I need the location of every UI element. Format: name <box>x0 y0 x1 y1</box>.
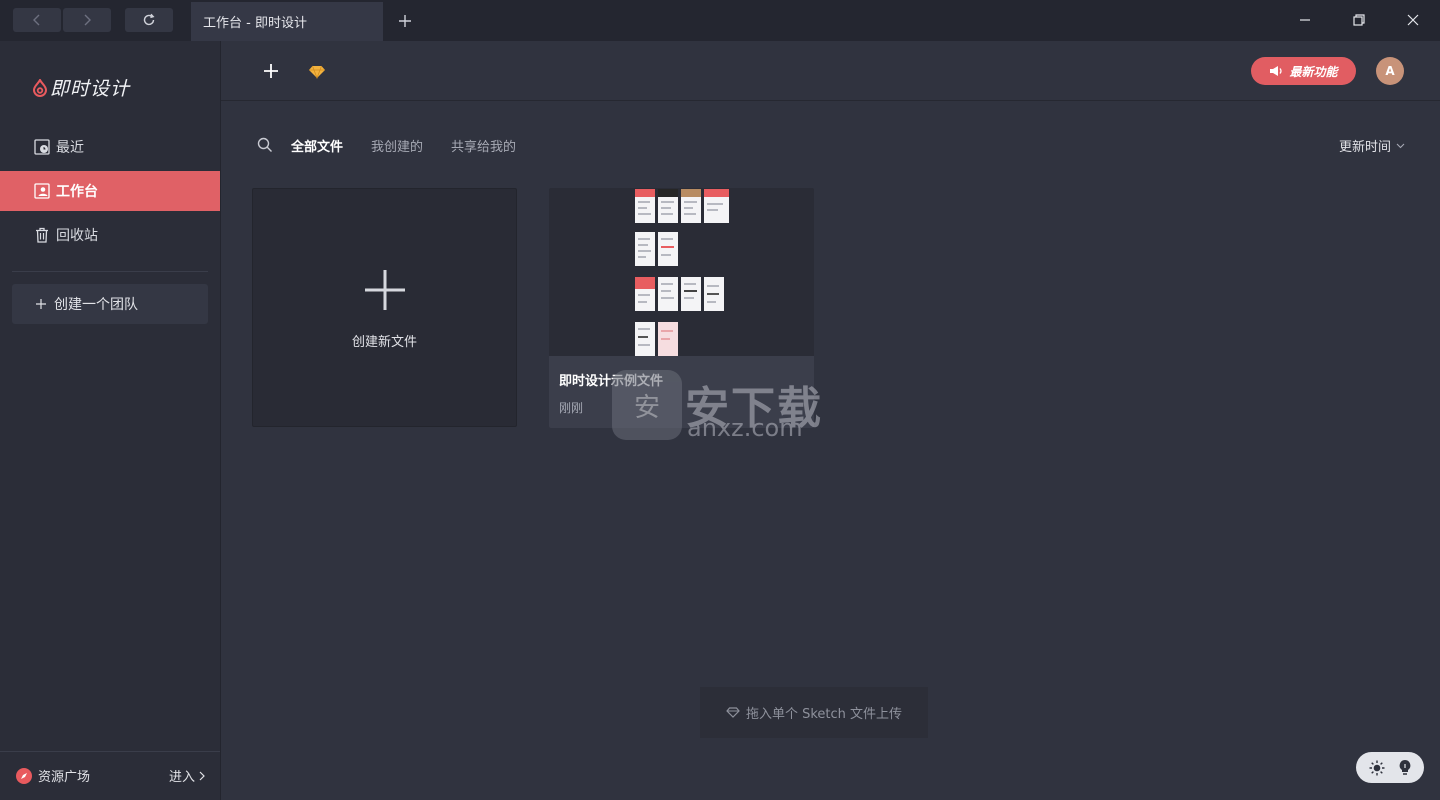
plus-icon <box>365 270 405 310</box>
flame-logo-icon <box>32 78 48 97</box>
app-name: 即时设计 <box>50 78 131 100</box>
sketch-import-button[interactable] <box>308 64 326 80</box>
sidebar-item-trash[interactable]: 回收站 <box>0 215 220 255</box>
file-updated-time: 刚刚 <box>559 401 584 415</box>
sort-label: 更新时间 <box>1339 140 1392 155</box>
minimize-button[interactable] <box>1294 9 1316 31</box>
sidebar-item-label: 最近 <box>56 140 84 156</box>
diamond-icon <box>309 65 325 80</box>
create-team-button[interactable]: 创建一个团队 <box>12 284 208 324</box>
upload-hint-label: 拖入单个 Sketch 文件上传 <box>745 707 903 722</box>
clock-icon <box>34 139 50 155</box>
enter-link[interactable]: 进入 <box>169 766 205 785</box>
artboard-thumb <box>704 277 724 311</box>
sidebar: 即时设计 最近 工作台 回收站 创建一个团队 资源广场 进入 <box>0 41 221 800</box>
title-bar: 工作台 - 即时设计 <box>0 0 1440 41</box>
resource-plaza-link[interactable]: 资源广场 <box>16 766 90 785</box>
filter-all-files[interactable]: 全部文件 <box>291 136 343 155</box>
sidebar-item-recent[interactable]: 最近 <box>0 127 220 167</box>
refresh-button[interactable] <box>125 8 173 32</box>
sidebar-item-label: 回收站 <box>56 228 98 244</box>
close-button[interactable] <box>1402 9 1424 31</box>
artboard-thumb <box>635 189 655 223</box>
minimize-icon <box>1300 19 1310 21</box>
new-tab-button[interactable] <box>397 13 413 29</box>
restore-button[interactable] <box>1348 9 1370 31</box>
file-thumbnail <box>549 188 814 356</box>
sidebar-item-label: 工作台 <box>56 184 98 200</box>
plus-icon <box>36 299 46 309</box>
sketch-upload-dropzone[interactable]: 拖入单个 Sketch 文件上传 <box>700 687 928 738</box>
avatar[interactable]: A <box>1376 57 1404 85</box>
search-button[interactable] <box>257 137 273 153</box>
artboard-thumb <box>635 322 655 356</box>
artboard-thumb <box>658 232 678 266</box>
back-button[interactable] <box>13 8 61 32</box>
add-button[interactable] <box>262 62 280 80</box>
artboard-thumb <box>704 189 729 223</box>
trash-icon <box>36 227 48 243</box>
diamond-icon <box>726 707 740 718</box>
sort-dropdown[interactable]: 更新时间 <box>1339 136 1405 155</box>
artboard-thumb <box>681 277 701 311</box>
watermark: 安 安下载 anxz.com <box>612 352 832 442</box>
theme-toggle[interactable] <box>1356 752 1424 783</box>
app-logo[interactable]: 即时设计 <box>32 74 130 101</box>
artboard-thumb <box>658 277 678 311</box>
filter-created-by-me[interactable]: 我创建的 <box>371 136 423 155</box>
restore-icon <box>1353 14 1365 26</box>
filter-shared-with-me[interactable]: 共享给我的 <box>451 136 516 155</box>
plus-icon <box>264 64 278 78</box>
close-icon <box>1407 14 1419 26</box>
sun-icon[interactable] <box>1369 760 1385 776</box>
megaphone-icon <box>1270 66 1283 76</box>
chevron-right-icon <box>199 771 205 780</box>
workspace-icon <box>34 183 50 199</box>
whats-new-label: 最新功能 <box>1289 64 1338 79</box>
compass-icon <box>16 767 32 784</box>
create-new-file-card[interactable]: 创建新文件 <box>252 188 517 427</box>
toolbar-divider <box>221 100 1440 101</box>
artboard-thumb <box>635 232 655 266</box>
artboard-thumb <box>658 189 678 223</box>
tab-title: 工作台 - 即时设计 <box>203 16 307 31</box>
enter-label: 进入 <box>169 770 196 785</box>
search-icon <box>257 137 272 152</box>
artboard-thumb <box>681 189 701 223</box>
artboard-thumb <box>658 322 678 356</box>
resource-plaza-label: 资源广场 <box>38 770 91 785</box>
create-team-label: 创建一个团队 <box>54 297 138 313</box>
lightbulb-icon[interactable] <box>1398 759 1412 776</box>
chevron-left-icon <box>33 14 40 26</box>
watermark-subtitle: anxz.com <box>687 414 803 442</box>
refresh-icon <box>143 13 155 26</box>
chevron-down-icon <box>1396 143 1405 148</box>
sidebar-divider <box>12 271 208 272</box>
watermark-badge: 安 <box>612 370 682 440</box>
plus-icon <box>399 15 411 27</box>
chevron-right-icon <box>84 14 91 26</box>
sidebar-bottom-divider <box>0 751 220 752</box>
create-new-file-label: 创建新文件 <box>351 335 417 350</box>
artboard-thumb <box>635 277 655 311</box>
sidebar-item-workspace[interactable]: 工作台 <box>0 171 220 211</box>
forward-button[interactable] <box>63 8 111 32</box>
tab-workspace[interactable]: 工作台 - 即时设计 <box>191 2 383 41</box>
whats-new-button[interactable]: 最新功能 <box>1251 57 1356 85</box>
